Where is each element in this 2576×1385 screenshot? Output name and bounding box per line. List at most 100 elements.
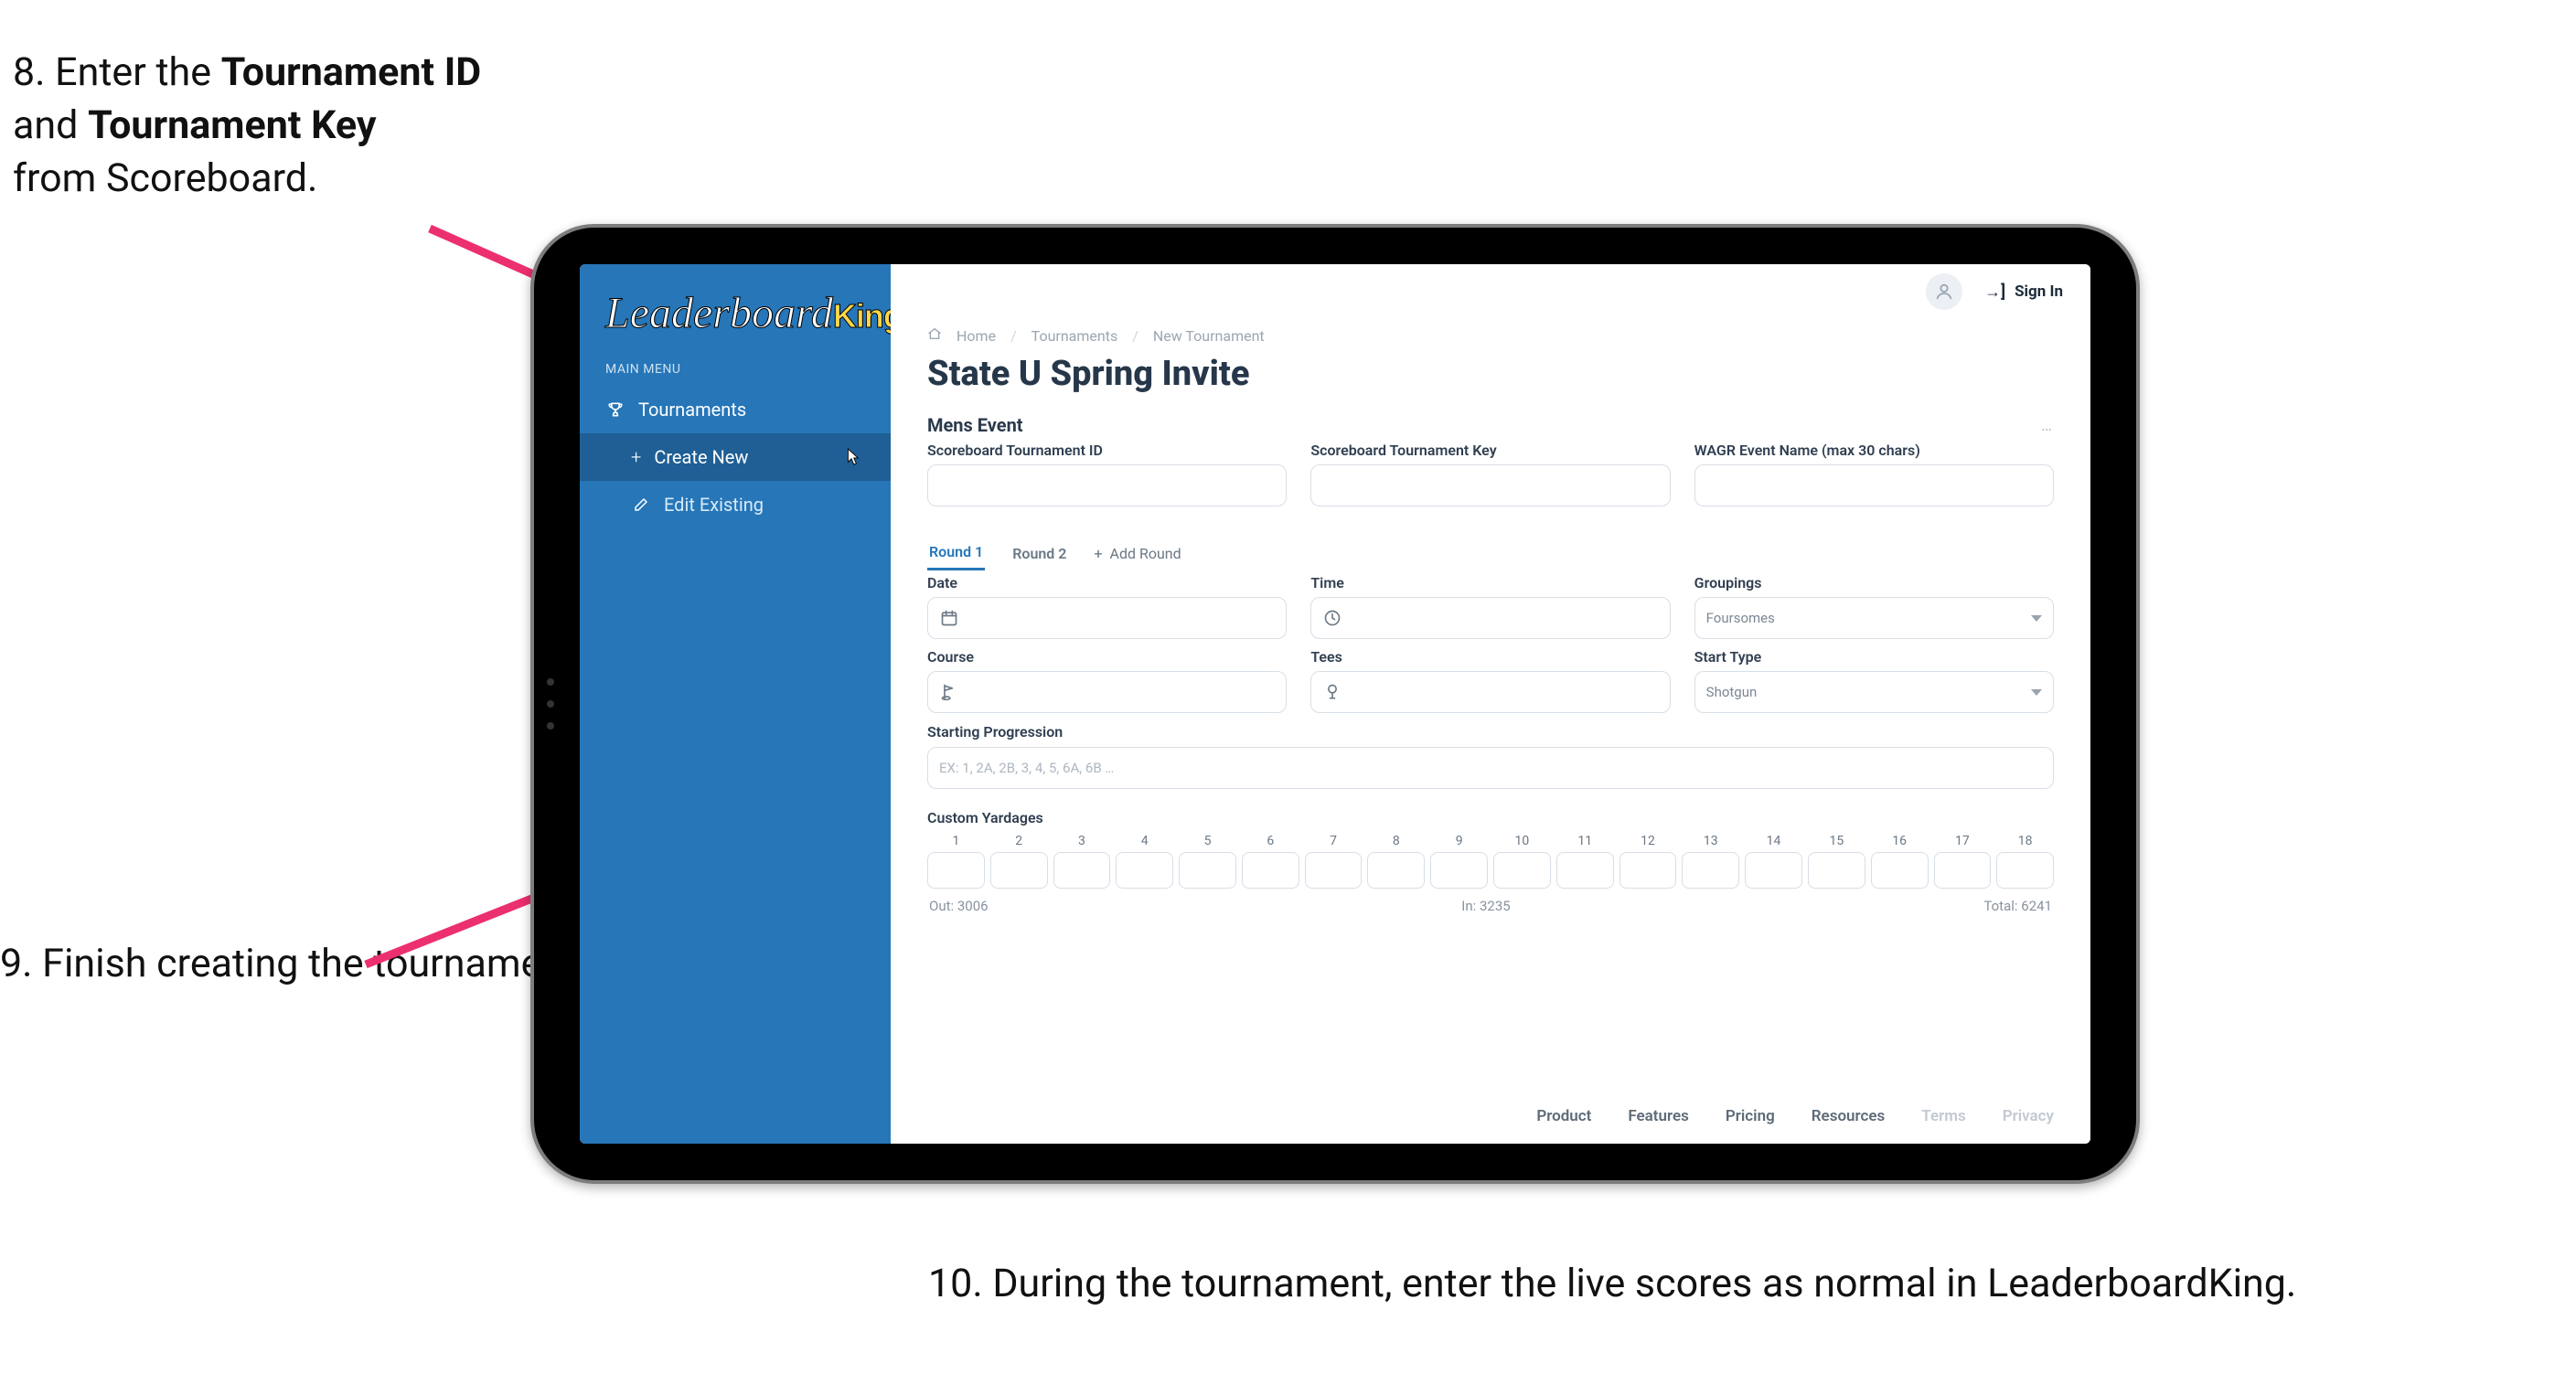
label: Scoreboard Tournament Key xyxy=(1310,442,1670,459)
yardage-input[interactable] xyxy=(1808,852,1865,889)
yardage-input[interactable] xyxy=(1053,852,1111,889)
footer-pricing[interactable]: Pricing xyxy=(1726,1107,1775,1125)
placeholder: EX: 1, 2A, 2B, 3, 4, 5, 6A, 6B … xyxy=(939,760,1114,776)
label: Custom Yardages xyxy=(927,809,2054,826)
cursor-icon xyxy=(843,447,860,467)
label: Groupings xyxy=(1694,574,2054,591)
footer-resources[interactable]: Resources xyxy=(1812,1107,1886,1125)
yardage-input[interactable] xyxy=(1682,852,1739,889)
form-row-datetime: Date Time xyxy=(891,574,2090,648)
kebab-icon[interactable]: … xyxy=(2041,416,2054,435)
add-round-label: Add Round xyxy=(1110,545,1181,562)
label: Scoreboard Tournament ID xyxy=(927,442,1287,459)
app-logo: LeaderboardKing xyxy=(580,264,891,355)
date-input[interactable] xyxy=(927,597,1287,639)
sidebar-item-label: Tournaments xyxy=(638,399,746,421)
yardage-input[interactable] xyxy=(1305,852,1363,889)
hole-number: 6 xyxy=(1267,834,1274,848)
yardage-hole: 13 xyxy=(1682,834,1739,889)
yardage-hole: 4 xyxy=(1116,834,1173,889)
sign-in-button[interactable]: →] Sign In xyxy=(1984,282,2063,302)
course-input[interactable] xyxy=(927,671,1287,713)
logo-word-1: Leaderboard xyxy=(605,289,833,337)
yardage-hole: 8 xyxy=(1367,834,1425,889)
field-wagr-name: WAGR Event Name (max 30 chars) xyxy=(1694,442,2054,506)
select-value: Foursomes xyxy=(1706,610,1775,626)
yardage-hole: 7 xyxy=(1305,834,1363,889)
hole-number: 4 xyxy=(1141,834,1149,848)
hole-number: 5 xyxy=(1204,834,1212,848)
scoreboard-id-input[interactable] xyxy=(927,464,1287,506)
scoreboard-key-input[interactable] xyxy=(1310,464,1670,506)
yardage-input[interactable] xyxy=(1430,852,1488,889)
yardage-input[interactable] xyxy=(1493,852,1551,889)
footer-features[interactable]: Features xyxy=(1628,1107,1689,1125)
yardage-input[interactable] xyxy=(1116,852,1173,889)
crumb-sep: / xyxy=(1010,327,1017,345)
crumb-tournaments[interactable]: Tournaments xyxy=(1031,327,1118,345)
field-scoreboard-id: Scoreboard Tournament ID xyxy=(927,442,1287,506)
sidebar-item-tournaments[interactable]: Tournaments xyxy=(580,386,891,433)
yardage-input[interactable] xyxy=(1745,852,1802,889)
tab-round-2[interactable]: Round 2 xyxy=(1010,538,1068,570)
hole-number: 3 xyxy=(1078,834,1085,848)
crumb-home[interactable]: Home xyxy=(957,327,996,345)
yardage-input[interactable] xyxy=(1242,852,1299,889)
footer-terms[interactable]: Terms xyxy=(1921,1107,1965,1125)
yardage-input[interactable] xyxy=(990,852,1048,889)
yardage-input[interactable] xyxy=(1619,852,1677,889)
add-round-button[interactable]: + Add Round xyxy=(1094,545,1181,562)
hole-number: 15 xyxy=(1829,834,1844,848)
app-screen: LeaderboardKing MAIN MENU Tournaments + … xyxy=(580,264,2090,1144)
grand-total: Total: 6241 xyxy=(1983,898,2052,914)
hole-number: 13 xyxy=(1704,834,1718,848)
form-row-ids: Scoreboard Tournament ID Scoreboard Tour… xyxy=(891,442,2090,516)
starting-progression-input[interactable]: EX: 1, 2A, 2B, 3, 4, 5, 6A, 6B … xyxy=(927,747,2054,789)
yardage-totals: Out: 3006 In: 3235 Total: 6241 xyxy=(927,889,2054,914)
breadcrumb: Home / Tournaments / New Tournament xyxy=(891,319,2090,345)
yardage-hole: 15 xyxy=(1808,834,1865,889)
yardage-input[interactable] xyxy=(927,852,985,889)
footer-privacy[interactable]: Privacy xyxy=(2003,1107,2054,1125)
avatar[interactable] xyxy=(1926,273,1962,310)
yardage-input[interactable] xyxy=(1934,852,1992,889)
t: Tournament ID xyxy=(221,49,482,95)
hole-number: 17 xyxy=(1955,834,1970,848)
t: 8. Enter the xyxy=(13,49,221,95)
calendar-icon xyxy=(939,608,959,628)
round-tabs: Round 1 Round 2 + Add Round xyxy=(891,516,2090,574)
section-title: Mens Event xyxy=(927,414,1023,436)
t: Tournament Key xyxy=(88,102,376,148)
tablet-frame: LeaderboardKing MAIN MENU Tournaments + … xyxy=(530,224,2140,1184)
sidebar: LeaderboardKing MAIN MENU Tournaments + … xyxy=(580,264,891,1144)
sidebar-item-edit-existing[interactable]: Edit Existing xyxy=(580,481,891,528)
top-bar: →] Sign In xyxy=(891,264,2090,319)
groupings-select[interactable]: Foursomes xyxy=(1694,597,2054,639)
hole-number: 2 xyxy=(1015,834,1022,848)
yardage-input[interactable] xyxy=(1179,852,1236,889)
field-start-type: Start Type Shotgun xyxy=(1694,648,2054,713)
yardage-input[interactable] xyxy=(1996,852,2054,889)
yardage-hole: 2 xyxy=(990,834,1048,889)
time-input[interactable] xyxy=(1310,597,1670,639)
tab-round-1[interactable]: Round 1 xyxy=(927,536,985,570)
yardage-hole: 3 xyxy=(1053,834,1111,889)
yardage-input[interactable] xyxy=(1871,852,1929,889)
wagr-name-input[interactable] xyxy=(1694,464,2054,506)
field-date: Date xyxy=(927,574,1287,639)
in-total: In: 3235 xyxy=(1461,898,1510,914)
plus-icon: + xyxy=(631,446,641,468)
section-header: Mens Event … xyxy=(891,409,2090,442)
tablet-side-buttons xyxy=(547,678,554,730)
field-tees: Tees xyxy=(1310,648,1670,713)
sidebar-heading: MAIN MENU xyxy=(580,355,891,386)
tees-input[interactable] xyxy=(1310,671,1670,713)
hole-number: 11 xyxy=(1577,834,1592,848)
footer-product[interactable]: Product xyxy=(1536,1107,1591,1125)
out-total: Out: 3006 xyxy=(929,898,989,914)
label: Time xyxy=(1310,574,1670,591)
sidebar-item-create-new[interactable]: + Create New xyxy=(580,433,891,481)
yardage-input[interactable] xyxy=(1556,852,1614,889)
yardage-input[interactable] xyxy=(1367,852,1425,889)
start-type-select[interactable]: Shotgun xyxy=(1694,671,2054,713)
